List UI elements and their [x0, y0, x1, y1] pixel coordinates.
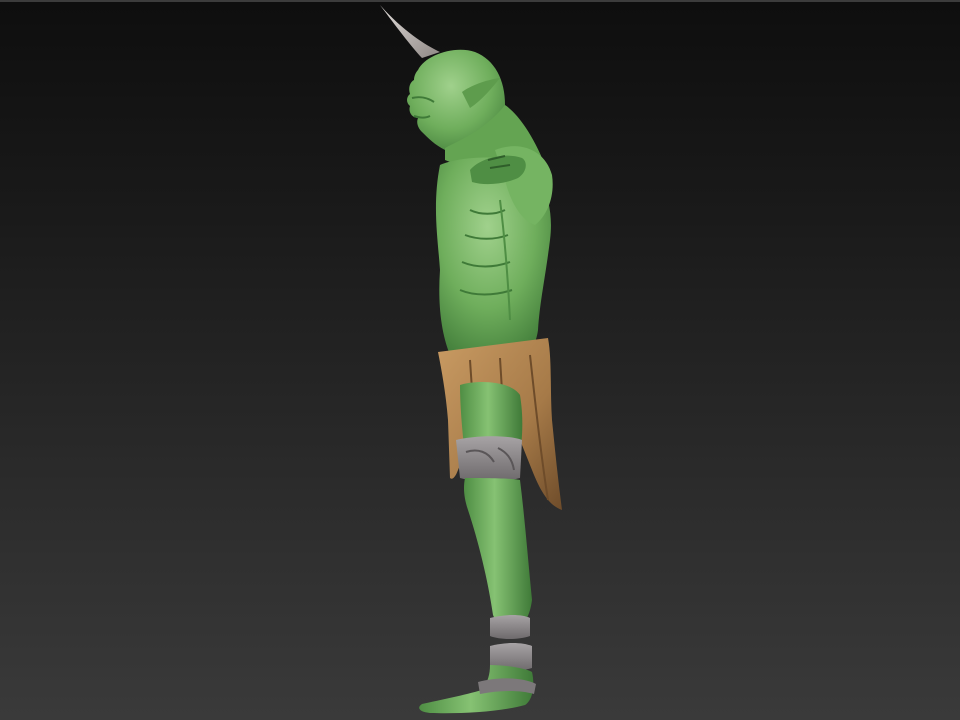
- 3d-viewport[interactable]: [0, 0, 960, 720]
- ankle-strap-upper: [490, 615, 530, 639]
- orc-model: [380, 5, 562, 714]
- knee-strap: [456, 436, 522, 481]
- shin-shape: [464, 478, 532, 630]
- horn-shape: [380, 5, 440, 58]
